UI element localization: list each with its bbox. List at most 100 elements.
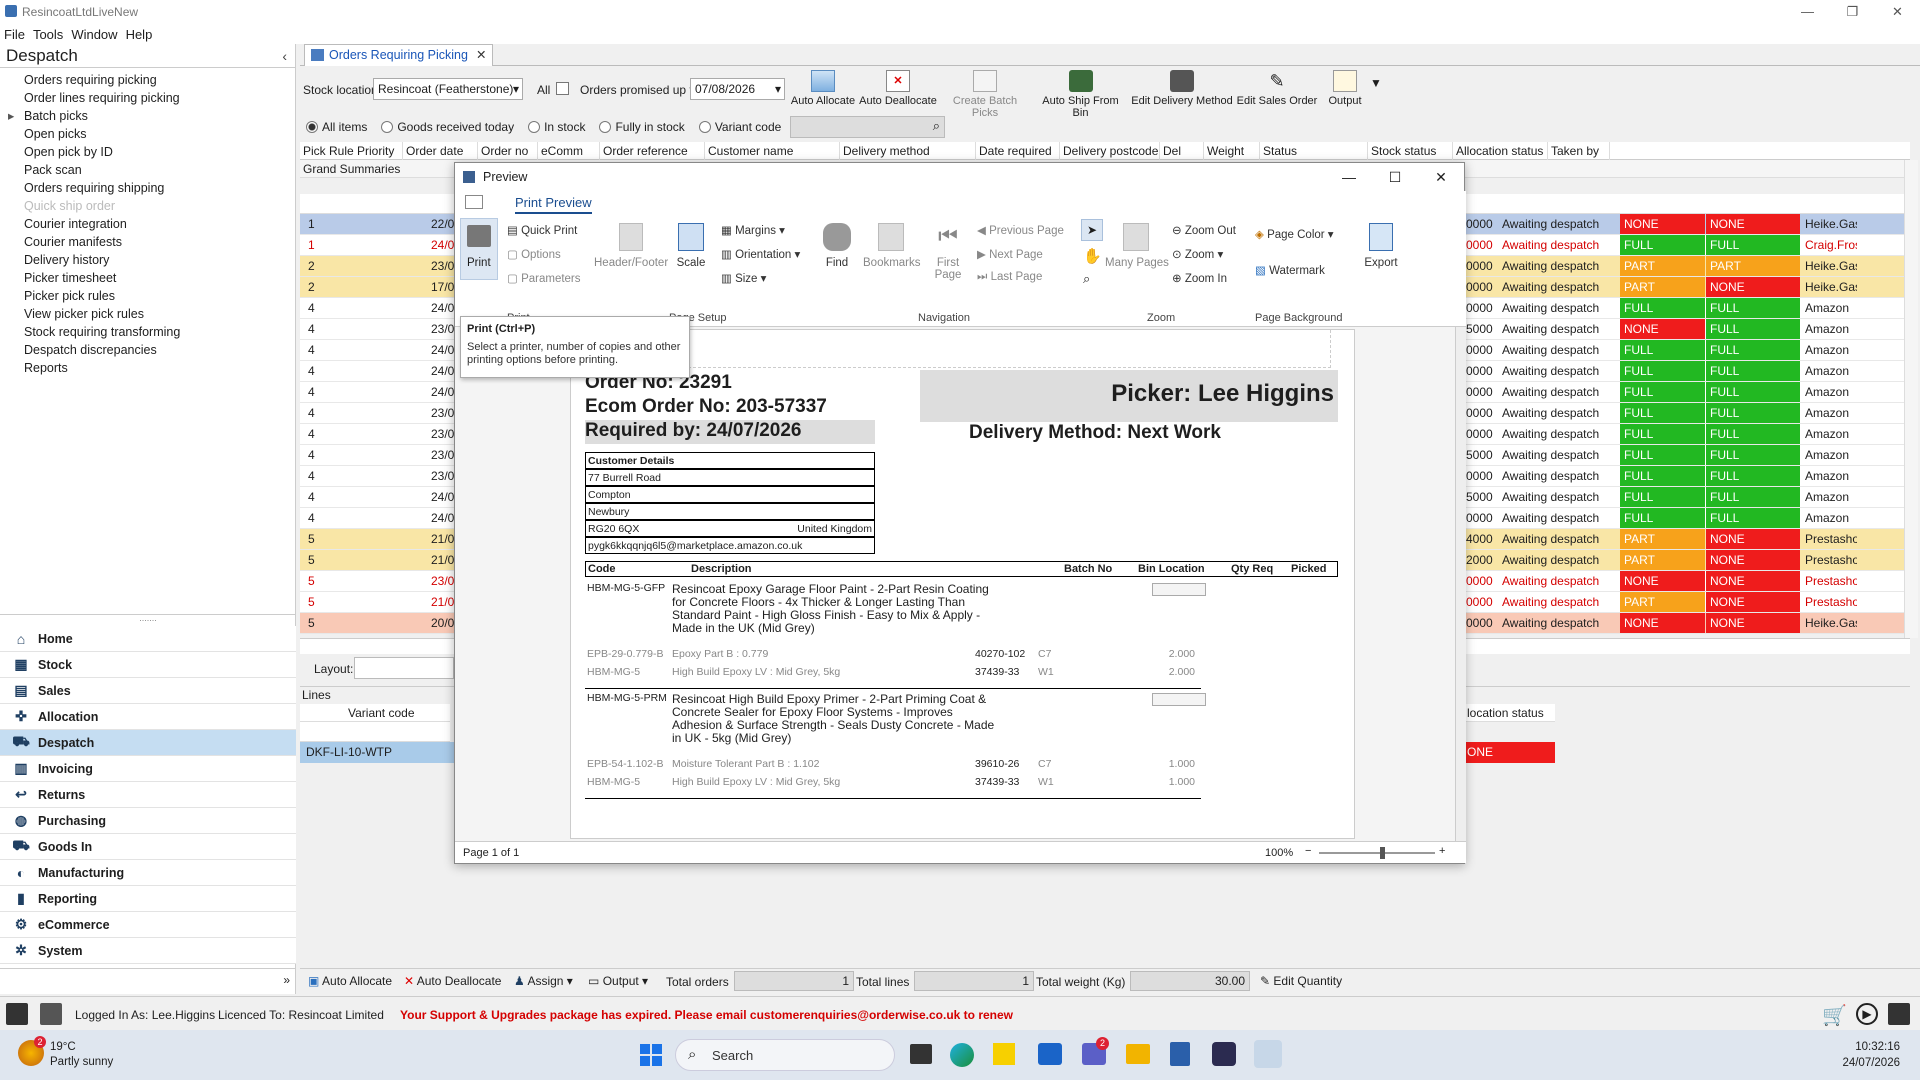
lines-filter-row[interactable] <box>300 722 450 742</box>
outlook-icon[interactable] <box>1038 1043 1062 1065</box>
auto-allocate-small-button[interactable]: ▣ Auto Allocate <box>308 974 392 988</box>
tab-orders-requiring-picking[interactable]: Orders Requiring Picking ✕ <box>304 44 494 66</box>
assign-button[interactable]: ♟ Assign ▾ <box>514 974 573 988</box>
preview-minimize-button[interactable]: — <box>1326 169 1372 186</box>
menu-tools[interactable]: Tools <box>33 27 63 42</box>
size-button[interactable]: ▥ Size ▾ <box>721 271 766 285</box>
column-header[interactable]: Stock status <box>1368 142 1453 160</box>
notepad-icon[interactable] <box>1170 1042 1190 1066</box>
watermark-button[interactable]: ▧ Watermark <box>1255 263 1325 277</box>
nav-allocation[interactable]: ✜ Allocation <box>0 704 296 730</box>
play-icon[interactable]: ▶ <box>1856 1003 1878 1025</box>
nav-despatch[interactable]: ⛟ Despatch <box>0 730 296 756</box>
despatch-menu-item[interactable]: Order lines requiring picking <box>0 89 295 107</box>
despatch-menu-item[interactable]: Despatch discrepancies <box>0 341 295 359</box>
output-small-button[interactable]: ▭ Output ▾ <box>588 974 648 988</box>
parameters-button[interactable]: ▢ Parameters <box>507 271 581 285</box>
hand-tool-icon[interactable]: ✋ <box>1083 247 1102 265</box>
options-button[interactable]: ▢ Options <box>507 247 561 261</box>
vertical-scrollbar[interactable] <box>1904 160 1918 638</box>
find-button[interactable]: Find <box>819 223 855 269</box>
menu-help[interactable]: Help <box>126 27 153 42</box>
variant-search-input[interactable]: ⌕ <box>790 116 945 138</box>
zoom-out-button[interactable]: ⊖ Zoom Out <box>1172 223 1236 237</box>
radio-fully-in-stock[interactable]: Fully in stock <box>599 120 685 134</box>
previous-page-button[interactable]: ◀ Previous Page <box>977 223 1064 237</box>
magnifier-tool-icon[interactable]: ⌕ <box>1083 271 1090 287</box>
orderwise-icon[interactable] <box>6 1003 28 1025</box>
column-header[interactable]: eComm <box>538 142 600 160</box>
despatch-menu-item[interactable]: Stock requiring transforming <box>0 323 295 341</box>
column-header[interactable]: Delivery method <box>840 142 976 160</box>
column-header[interactable]: Order date <box>403 142 478 160</box>
print-button[interactable]: Print <box>460 218 498 280</box>
nav-home[interactable]: ⌂ Home <box>0 626 296 652</box>
auto-deallocate-small-button[interactable]: ✕ Auto Deallocate <box>404 974 501 988</box>
file-explorer-icon[interactable] <box>1126 1044 1150 1064</box>
calendar-dropdown-icon[interactable]: ▾ <box>775 79 781 99</box>
orientation-button[interactable]: ▥ Orientation ▾ <box>721 247 800 261</box>
radio-goods-received-today[interactable]: Goods received today <box>381 120 514 134</box>
windows-start-icon[interactable] <box>640 1044 662 1066</box>
many-pages-button[interactable]: Many Pages <box>1105 223 1169 269</box>
nav-returns[interactable]: ↩ Returns <box>0 782 296 808</box>
promised-date-field[interactable]: 07/08/2026 ▾ <box>690 78 785 100</box>
column-header[interactable]: Allocation status <box>1453 142 1548 160</box>
bookmarks-button[interactable]: Bookmarks <box>863 223 921 269</box>
zoom-slider-thumb[interactable] <box>1380 847 1385 859</box>
active-app-icon[interactable] <box>1254 1040 1282 1068</box>
column-header[interactable]: Customer name <box>705 142 840 160</box>
auto-ship-from-bin-button[interactable]: Auto Ship From Bin <box>1033 70 1128 119</box>
panel-splitter[interactable]: ....... <box>0 614 296 623</box>
layout-select[interactable] <box>354 657 454 679</box>
zoom-slider[interactable] <box>1319 847 1435 859</box>
column-header[interactable]: Pick Rule Priority <box>300 142 403 160</box>
nav-stock[interactable]: ▦ Stock <box>0 652 296 678</box>
collapse-icon[interactable]: ‹ <box>282 48 287 64</box>
zoom-button[interactable]: ⊙ Zoom ▾ <box>1172 247 1223 261</box>
close-button[interactable]: ✕ <box>1875 4 1920 20</box>
despatch-menu-item[interactable]: Open pick by ID <box>0 143 295 161</box>
nav-system[interactable]: ✲ System <box>0 938 296 964</box>
nav-goods-in[interactable]: ⛟ Goods In <box>0 834 296 860</box>
despatch-menu-item[interactable]: Quick ship order <box>0 197 295 215</box>
nav-ecommerce[interactable]: ⚙ eCommerce <box>0 912 296 938</box>
nav-overflow-button[interactable]: » <box>0 968 296 992</box>
all-checkbox[interactable] <box>556 82 569 95</box>
nav-manufacturing[interactable]: ◐ Manufacturing <box>0 860 296 886</box>
despatch-menu-item[interactable]: Orders requiring shipping <box>0 179 295 197</box>
column-header[interactable]: Del <box>1160 142 1204 160</box>
page-color-button[interactable]: ◈ Page Color ▾ <box>1255 227 1334 241</box>
edit-sales-order-button[interactable]: ✎ Edit Sales Order <box>1236 70 1318 107</box>
output-dropdown-icon[interactable]: ▼ <box>1370 76 1382 90</box>
column-header[interactable]: Order reference <box>600 142 705 160</box>
nav-reporting[interactable]: ▮ Reporting <box>0 886 296 912</box>
nav-invoicing[interactable]: ▥ Invoicing <box>0 756 296 782</box>
auto-deallocate-button[interactable]: ✕ Auto Deallocate <box>858 70 938 107</box>
output-button[interactable]: Output <box>1320 70 1370 107</box>
user-icon[interactable] <box>1888 1003 1910 1025</box>
despatch-menu-item[interactable]: Delivery history <box>0 251 295 269</box>
close-tab-icon[interactable]: ✕ <box>476 48 486 62</box>
column-header[interactable]: Taken by <box>1548 142 1610 160</box>
nav-purchasing[interactable]: ◍ Purchasing <box>0 808 296 834</box>
cart-icon[interactable]: 🛒 <box>1822 1003 1847 1027</box>
task-view-icon[interactable] <box>910 1044 932 1064</box>
radio-all-items[interactable]: All items <box>306 120 367 134</box>
orderwise-taskbar-icon[interactable] <box>1212 1042 1236 1066</box>
despatch-menu-item[interactable]: Batch picks <box>0 107 295 125</box>
auto-allocate-button[interactable]: Auto Allocate <box>788 70 858 107</box>
despatch-menu-item[interactable]: Orders requiring picking <box>0 71 295 89</box>
column-header[interactable]: Status <box>1260 142 1368 160</box>
radio-in-stock[interactable]: In stock <box>528 120 585 134</box>
scale-button[interactable]: Scale <box>673 223 709 269</box>
ribbon-tab-print-preview[interactable]: Print Preview <box>515 195 592 214</box>
zoom-out-small-icon[interactable]: − <box>1305 845 1311 857</box>
column-header[interactable]: Order no <box>478 142 538 160</box>
preview-close-button[interactable]: ✕ <box>1418 169 1464 186</box>
maximize-button[interactable]: ❐ <box>1830 4 1875 20</box>
edge-icon[interactable] <box>950 1043 974 1067</box>
despatch-menu-item[interactable]: Open picks <box>0 125 295 143</box>
menu-window[interactable]: Window <box>71 27 117 42</box>
stock-location-select[interactable]: Resincoat (Featherstone) ▾ <box>373 78 523 100</box>
